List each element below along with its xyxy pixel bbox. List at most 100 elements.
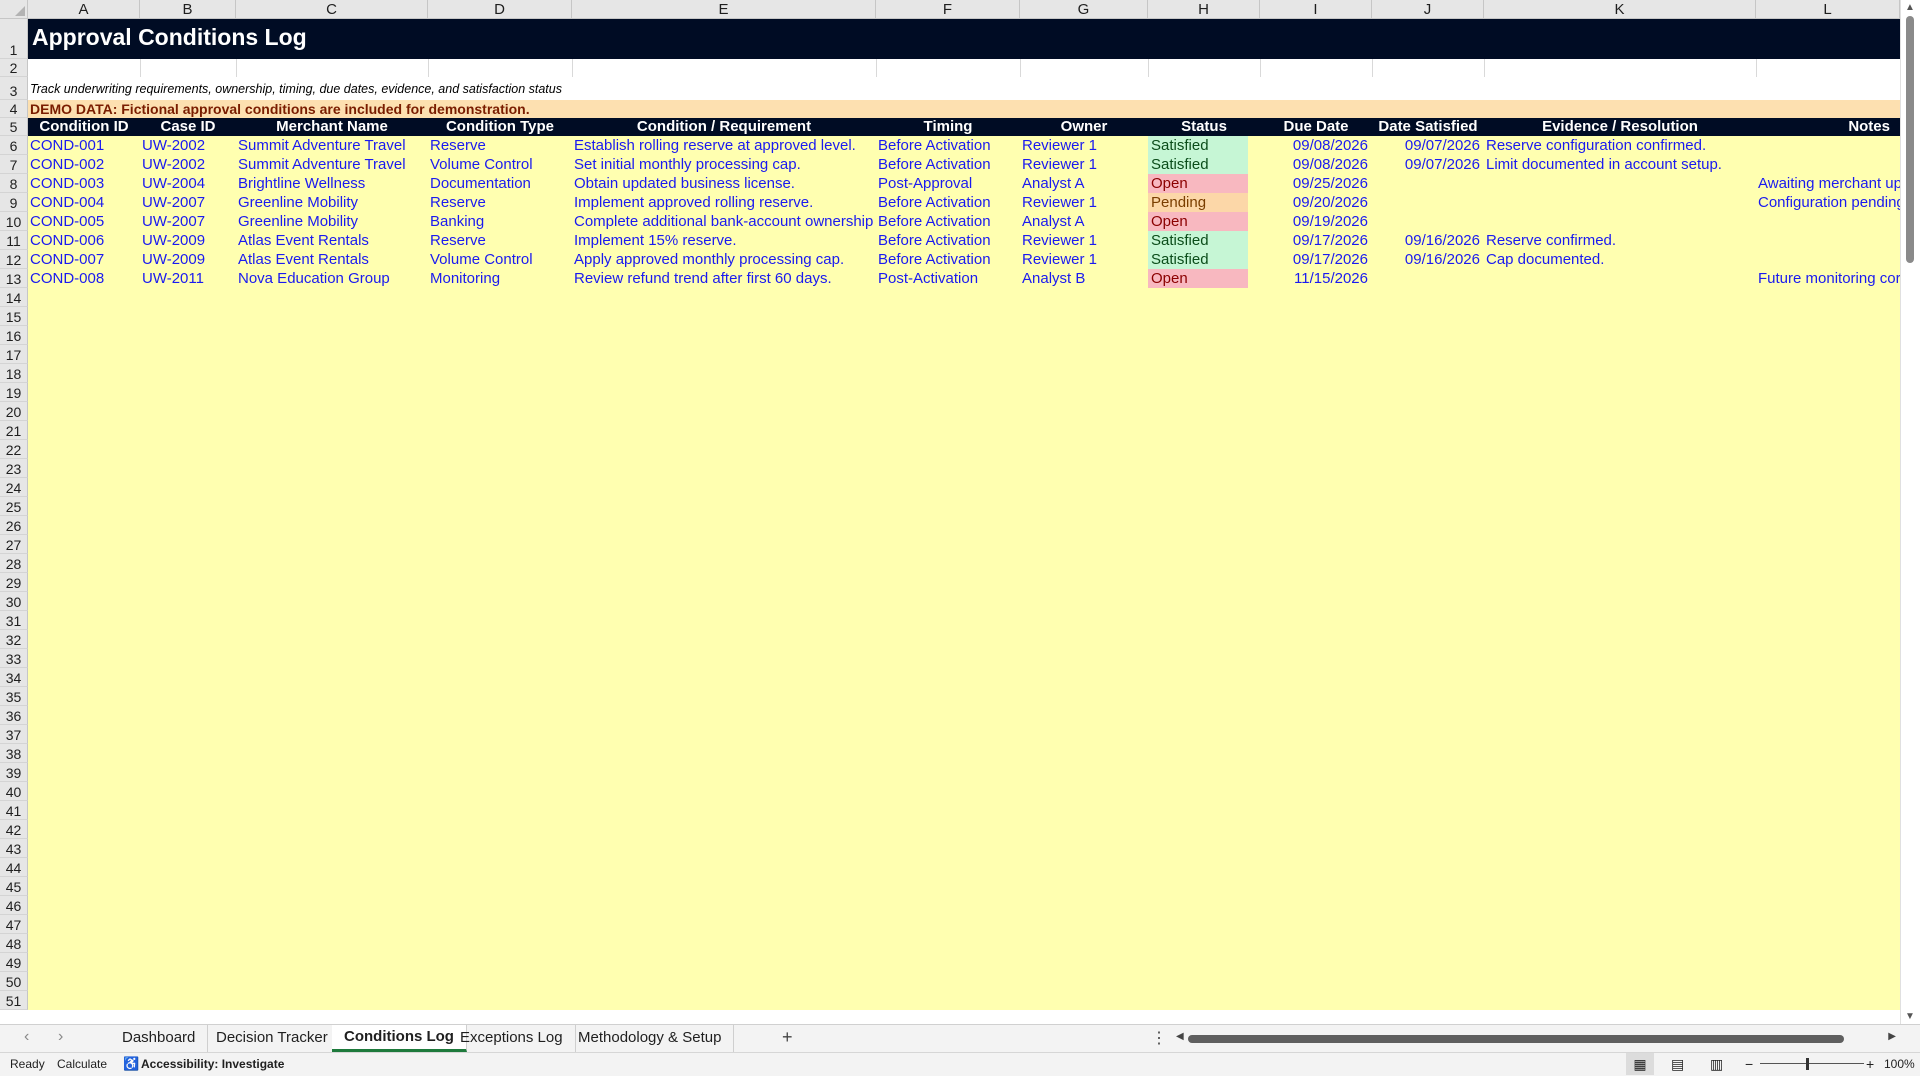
evidence-resolution[interactable]: Limit documented in account setup. bbox=[1486, 155, 1756, 174]
scroll-left-icon[interactable]: ◀ bbox=[1176, 1031, 1184, 1042]
column-header-e[interactable]: E bbox=[572, 0, 876, 19]
row-header[interactable]: 45 bbox=[0, 877, 28, 896]
more-options-icon[interactable]: ⋮ bbox=[1151, 1028, 1167, 1048]
due-date[interactable]: 09/20/2026 bbox=[1260, 193, 1368, 212]
column-header-h[interactable]: H bbox=[1148, 0, 1260, 19]
case-id[interactable]: UW-2004 bbox=[142, 174, 236, 193]
merchant-name[interactable]: Greenline Mobility bbox=[238, 193, 428, 212]
row-header[interactable]: 29 bbox=[0, 573, 28, 592]
column-header-d[interactable]: D bbox=[428, 0, 572, 19]
column-header-f[interactable]: F bbox=[876, 0, 1020, 19]
timing[interactable]: Post-Activation bbox=[878, 269, 1020, 288]
tab-exceptions-log[interactable]: Exceptions Log bbox=[448, 1025, 576, 1052]
row-header[interactable]: 8 bbox=[0, 174, 28, 193]
row-header[interactable]: 10 bbox=[0, 212, 28, 231]
row-header[interactable]: 2 bbox=[0, 59, 28, 77]
row-header[interactable]: 11 bbox=[0, 231, 28, 250]
row-header[interactable]: 50 bbox=[0, 972, 28, 991]
scroll-down-icon[interactable]: ▼ bbox=[1905, 1011, 1915, 1022]
row-header[interactable]: 25 bbox=[0, 497, 28, 516]
date-satisfied[interactable]: 09/07/2026 bbox=[1372, 136, 1480, 155]
column-header-g[interactable]: G bbox=[1020, 0, 1148, 19]
date-satisfied[interactable]: 09/07/2026 bbox=[1372, 155, 1480, 174]
zoom-slider-handle[interactable] bbox=[1806, 1058, 1809, 1070]
zoom-out-icon[interactable]: − bbox=[1745, 1053, 1753, 1075]
condition-type[interactable]: Volume Control bbox=[430, 250, 572, 269]
row-header[interactable]: 30 bbox=[0, 592, 28, 611]
tab-conditions-log[interactable]: Conditions Log bbox=[332, 1025, 467, 1052]
condition-type[interactable]: Reserve bbox=[430, 193, 572, 212]
accessibility-status[interactable]: Accessibility: Investigate bbox=[141, 1053, 284, 1075]
condition-requirement[interactable]: Complete additional bank-account ownersh… bbox=[574, 212, 876, 231]
row-header[interactable]: 20 bbox=[0, 402, 28, 421]
column-header-j[interactable]: J bbox=[1372, 0, 1484, 19]
tab-decision-tracker[interactable]: Decision Tracker bbox=[204, 1025, 341, 1052]
merchant-name[interactable]: Brightline Wellness bbox=[238, 174, 428, 193]
column-heading[interactable]: Due Date bbox=[1260, 118, 1372, 136]
owner[interactable]: Analyst A bbox=[1022, 212, 1148, 231]
condition-requirement[interactable]: Apply approved monthly processing cap. bbox=[574, 250, 876, 269]
condition-requirement[interactable]: Set initial monthly processing cap. bbox=[574, 155, 876, 174]
row-header[interactable]: 6 bbox=[0, 136, 28, 155]
condition-id[interactable]: COND-006 bbox=[30, 231, 140, 250]
row-header[interactable]: 51 bbox=[0, 991, 28, 1010]
row-header[interactable]: 49 bbox=[0, 953, 28, 972]
row-header[interactable]: 18 bbox=[0, 364, 28, 383]
due-date[interactable]: 09/17/2026 bbox=[1260, 250, 1368, 269]
owner[interactable]: Analyst B bbox=[1022, 269, 1148, 288]
column-heading[interactable]: Status bbox=[1148, 118, 1260, 136]
tab-methodology-setup[interactable]: Methodology & Setup bbox=[566, 1025, 735, 1052]
row-header[interactable]: 37 bbox=[0, 725, 28, 744]
row-header[interactable]: 24 bbox=[0, 478, 28, 497]
zoom-level[interactable]: 100% bbox=[1884, 1053, 1915, 1075]
row-header[interactable]: 17 bbox=[0, 345, 28, 364]
timing[interactable]: Before Activation bbox=[878, 231, 1020, 250]
merchant-name[interactable]: Greenline Mobility bbox=[238, 212, 428, 231]
row-header[interactable]: 28 bbox=[0, 554, 28, 573]
due-date[interactable]: 09/08/2026 bbox=[1260, 155, 1368, 174]
column-heading[interactable]: Merchant Name bbox=[236, 118, 428, 136]
condition-requirement[interactable]: Obtain updated business license. bbox=[574, 174, 876, 193]
timing[interactable]: Post-Approval bbox=[878, 174, 1020, 193]
date-satisfied[interactable]: 09/16/2026 bbox=[1372, 231, 1480, 250]
condition-type[interactable]: Documentation bbox=[430, 174, 572, 193]
column-heading[interactable]: Evidence / Resolution bbox=[1484, 118, 1756, 136]
column-heading[interactable]: Date Satisfied bbox=[1372, 118, 1484, 136]
column-heading[interactable]: Condition Type bbox=[428, 118, 572, 136]
column-heading[interactable]: Case ID bbox=[140, 118, 236, 136]
row-header[interactable]: 35 bbox=[0, 687, 28, 706]
evidence-resolution[interactable]: Reserve confirmed. bbox=[1486, 231, 1756, 250]
row-header[interactable]: 39 bbox=[0, 763, 28, 782]
condition-id[interactable]: COND-007 bbox=[30, 250, 140, 269]
row-header[interactable]: 14 bbox=[0, 288, 28, 307]
horizontal-scrollbar[interactable]: ◀ ▶ bbox=[1176, 1031, 1896, 1047]
timing[interactable]: Before Activation bbox=[878, 136, 1020, 155]
case-id[interactable]: UW-2011 bbox=[142, 269, 236, 288]
owner[interactable]: Reviewer 1 bbox=[1022, 136, 1148, 155]
timing[interactable]: Before Activation bbox=[878, 193, 1020, 212]
owner[interactable]: Reviewer 1 bbox=[1022, 193, 1148, 212]
column-heading[interactable]: Notes bbox=[1756, 118, 1900, 136]
timing[interactable]: Before Activation bbox=[878, 155, 1020, 174]
row-header[interactable]: 41 bbox=[0, 801, 28, 820]
normal-view-icon[interactable]: ▦ bbox=[1626, 1053, 1654, 1075]
case-id[interactable]: UW-2009 bbox=[142, 250, 236, 269]
row-header[interactable]: 46 bbox=[0, 896, 28, 915]
row-header[interactable]: 7 bbox=[0, 155, 28, 174]
due-date[interactable]: 09/08/2026 bbox=[1260, 136, 1368, 155]
column-header-b[interactable]: B bbox=[140, 0, 236, 19]
case-id[interactable]: UW-2007 bbox=[142, 212, 236, 231]
column-heading[interactable]: Condition ID bbox=[28, 118, 140, 136]
vertical-scroll-thumb[interactable] bbox=[1906, 16, 1914, 263]
column-heading[interactable]: Timing bbox=[876, 118, 1020, 136]
row-header[interactable]: 23 bbox=[0, 459, 28, 478]
date-satisfied[interactable]: 09/16/2026 bbox=[1372, 250, 1480, 269]
row-header[interactable]: 13 bbox=[0, 269, 28, 288]
row-header[interactable]: 5 bbox=[0, 118, 28, 136]
row-header[interactable]: 40 bbox=[0, 782, 28, 801]
condition-requirement[interactable]: Implement 15% reserve. bbox=[574, 231, 876, 250]
owner[interactable]: Analyst A bbox=[1022, 174, 1148, 193]
row-header[interactable]: 36 bbox=[0, 706, 28, 725]
row-header[interactable]: 22 bbox=[0, 440, 28, 459]
row-header[interactable]: 44 bbox=[0, 858, 28, 877]
